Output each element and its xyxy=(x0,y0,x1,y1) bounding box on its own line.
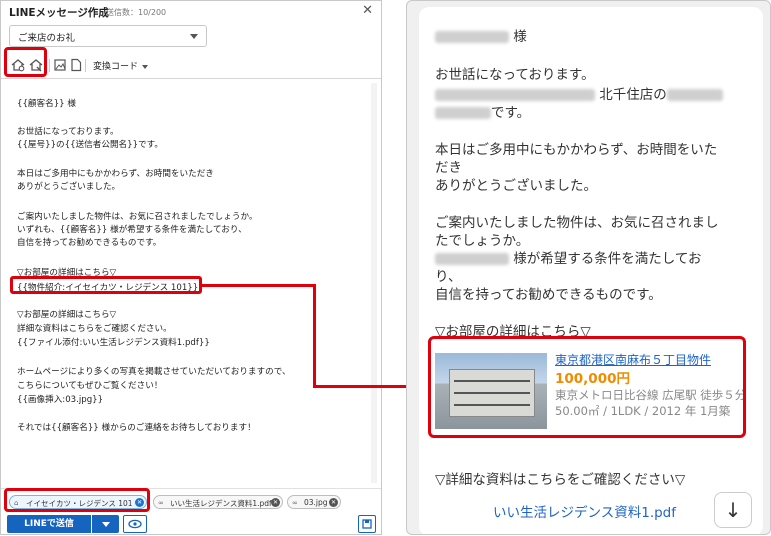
convert-code-menu[interactable]: 変換コード xyxy=(93,59,149,72)
redacted-staff xyxy=(435,107,491,119)
image-icon[interactable] xyxy=(53,58,67,72)
preview-line: 北千住店の xyxy=(435,83,723,103)
line-send-button[interactable]: LINEで送信 xyxy=(7,515,91,533)
convert-code-label: 変換コード xyxy=(93,62,139,72)
remove-icon[interactable]: ✕ xyxy=(329,498,338,507)
editor-line: 自信を持ってお勧めできるものです。 xyxy=(17,238,162,248)
editor-line: いずれも、{{顧客名}} 様が希望する条件を満たしており、 xyxy=(17,225,247,235)
preview-line: たでしょうか。 xyxy=(435,233,530,249)
redacted-name xyxy=(435,31,509,43)
floppy-icon xyxy=(362,519,372,529)
redacted-staff xyxy=(666,89,723,101)
attachment-chip-pdf[interactable]: ∞ いい生活レジデンス資料1.pdf ✕ xyxy=(153,495,283,509)
preview-line: り、 xyxy=(435,269,462,285)
file-code: {{ファイル添付:いい生活レジデンス資料1.pdf}} xyxy=(17,338,210,348)
attachment-label: いい生活レジデンス資料1.pdf xyxy=(170,499,272,508)
send-options-button[interactable] xyxy=(92,515,119,533)
editor-line: お世話になっております。 xyxy=(17,127,119,137)
editor-line: 詳細な資料はこちらをご確認ください。 xyxy=(17,324,172,334)
redacted-company xyxy=(435,89,595,101)
attachment-label: 03.jpg xyxy=(304,498,328,507)
preview-line: お世話になっております。 xyxy=(435,67,595,83)
editor-line: 本日はご多用中にもかかわらず、お時間をいただき xyxy=(17,169,214,179)
toolbar-divider xyxy=(49,59,50,72)
highlight-property-code xyxy=(10,276,202,294)
editor-line: ホームページにより多くの写真を掲載させていただいておりますので、 xyxy=(17,367,291,377)
template-value: ご来店のお礼 xyxy=(18,33,76,44)
preview-line: 様が希望する条件を満たしてお xyxy=(435,247,702,267)
editor-line: {{屋号}}の{{送信者公開名}}です。 xyxy=(17,140,164,150)
editor-line: ▽お部屋の詳細はこちら▽ xyxy=(17,310,117,320)
message-bubble: 様 お世話になっております。 北千住店の です。 本日はご多用中にもかかわらず、… xyxy=(419,7,763,534)
close-icon[interactable]: ✕ xyxy=(362,3,373,18)
preview-line: ご案内いたしました物件は、お気に召されまし xyxy=(435,215,719,231)
line-preview-panel: 様 お世話になっております。 北千住店の です。 本日はご多用中にもかかわらず、… xyxy=(406,0,771,535)
panel-title: LINEメッセージ作成 xyxy=(9,7,109,19)
send-count: 送信数：10/200 xyxy=(106,8,167,17)
chevron-down-icon xyxy=(102,522,110,527)
image-code: {{画像挿入:03.jpg}} xyxy=(17,395,104,405)
preview-line: ▽詳細な資料はこちらをご確認ください▽ xyxy=(435,472,686,488)
editor-line: ご案内いたしました物件は、お気に召されましたでしょうか。 xyxy=(17,212,258,222)
preview-line: です。 xyxy=(435,101,530,121)
pdf-file-link[interactable]: いい生活レジデンス資料1.pdf xyxy=(493,501,676,521)
highlight-toolbar-icons xyxy=(4,47,47,77)
highlight-attachment-chip xyxy=(4,488,150,512)
preview-line: 様 xyxy=(435,25,527,45)
toolbar-divider xyxy=(85,59,86,72)
editor-line: それでは{{顧客名}} 様からのご連絡をお待ちしております！ xyxy=(17,423,256,433)
editor-line: ありがとうございました。 xyxy=(17,182,121,192)
save-draft-button[interactable] xyxy=(358,515,376,533)
chevron-down-icon xyxy=(190,34,198,39)
link-icon: ∞ xyxy=(292,499,298,507)
preview-line: だき xyxy=(435,160,462,176)
scroll-down-button[interactable]: ↓ xyxy=(714,492,752,528)
attachment-chip-image[interactable]: ∞ 03.jpg ✕ xyxy=(287,495,341,509)
remove-icon[interactable]: ✕ xyxy=(271,498,280,507)
preview-button[interactable] xyxy=(123,515,147,533)
editor-line: {{顧客名}} 様 xyxy=(17,99,76,109)
editor-toolbar: 変換コード xyxy=(1,51,381,79)
preview-line: 自信を持ってお勧めできるものです。 xyxy=(435,287,662,303)
eye-icon xyxy=(128,519,142,529)
preview-line: ありがとうございました。 xyxy=(435,178,597,194)
chevron-down-icon xyxy=(142,64,149,69)
highlight-property-card xyxy=(428,336,746,438)
editor-line: こちらについてもぜひご覧ください！ xyxy=(17,381,163,391)
connector-line xyxy=(202,284,316,287)
preview-line: 本日はご多用中にもかかわらず、お時間をいた xyxy=(435,142,718,158)
template-select[interactable]: ご来店のお礼 xyxy=(9,25,207,47)
link-icon: ∞ xyxy=(158,499,164,507)
redacted-name xyxy=(435,253,509,265)
connector-line xyxy=(313,285,316,387)
file-icon[interactable] xyxy=(69,58,83,72)
compose-panel: LINEメッセージ作成 送信数：10/200 ✕ ご来店のお礼 変換コード {{… xyxy=(0,0,382,535)
